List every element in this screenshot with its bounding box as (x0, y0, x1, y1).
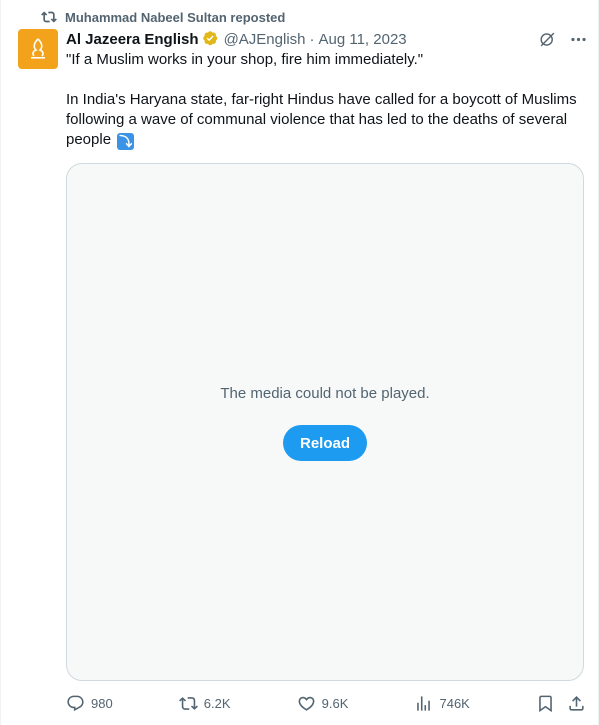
arrow-down-emoji-icon: ⤵ (117, 133, 135, 150)
tweet-body-text: In India's Haryana state, far-right Hind… (66, 91, 577, 148)
header-separator: · (309, 30, 315, 48)
bookmark-icon (536, 694, 555, 713)
views-button[interactable]: 746K (414, 694, 470, 713)
reply-icon (66, 694, 85, 713)
share-icon (567, 694, 586, 713)
author-handle[interactable]: @AJEnglish (224, 31, 306, 48)
grok-icon[interactable] (538, 30, 557, 49)
header-actions (538, 30, 588, 49)
tweet-card[interactable]: Muhammad Nabeel Sultan reposted Al Jazee… (0, 0, 599, 725)
reply-count: 980 (91, 695, 113, 711)
tweet-quote: "If a Muslim works in your shop, fire hi… (66, 51, 424, 68)
more-icon[interactable] (569, 30, 588, 49)
author-name[interactable]: Al Jazeera English (66, 31, 199, 48)
avatar[interactable] (18, 29, 58, 69)
action-bar: 980 6.2K 9.6K 746K (66, 693, 586, 713)
repost-icon (178, 694, 198, 713)
tweet-text: "If a Muslim works in your shop, fire hi… (66, 50, 586, 150)
share-button[interactable] (567, 694, 586, 713)
views-count: 746K (439, 695, 470, 711)
heart-icon (297, 694, 316, 713)
like-button[interactable]: 9.6K (297, 694, 349, 713)
repost-label: Muhammad Nabeel Sultan reposted (65, 9, 286, 25)
repost-count: 6.2K (203, 695, 231, 711)
reply-button[interactable]: 980 (66, 694, 113, 713)
tweet-date[interactable]: Aug 11, 2023 (319, 31, 407, 48)
action-bar-right (536, 694, 586, 713)
verified-badge-icon[interactable] (199, 30, 224, 48)
media-container[interactable]: The media could not be played. Reload (66, 163, 584, 681)
repost-button[interactable]: 6.2K (178, 694, 231, 713)
repost-icon (41, 9, 57, 25)
tweet-header: Al Jazeera English @AJEnglish · Aug 11, … (66, 29, 588, 49)
repost-context[interactable]: Muhammad Nabeel Sultan reposted (41, 8, 285, 26)
views-icon (414, 694, 433, 713)
media-error-message: The media could not be played. (220, 385, 430, 402)
like-count: 9.6K (321, 695, 349, 711)
reload-button[interactable]: Reload (283, 425, 367, 461)
tweet-body: In India's Haryana state, far-right Hind… (66, 90, 586, 150)
bookmark-button[interactable] (536, 694, 555, 713)
al-jazeera-logo (31, 38, 45, 59)
